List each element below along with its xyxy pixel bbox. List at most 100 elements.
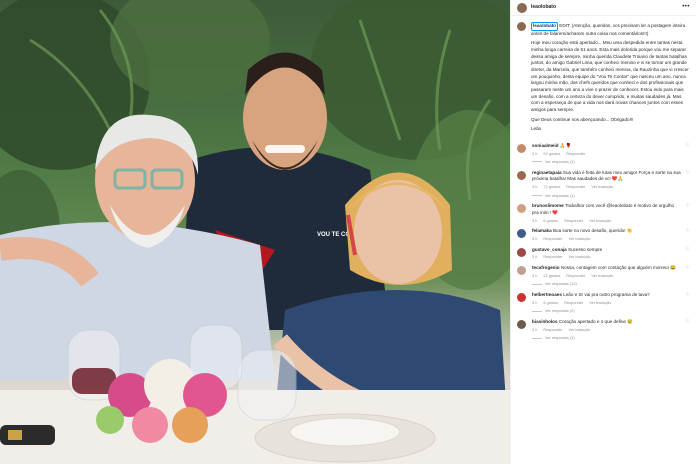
reply-button[interactable]: Responder — [566, 184, 585, 190]
comment-username[interactable]: helbertmoaes — [532, 292, 562, 297]
like-heart-icon[interactable]: ♡ — [686, 319, 690, 341]
view-replies-button[interactable]: Ver respostas (12) — [532, 281, 682, 287]
replies-divider — [532, 195, 542, 197]
caption-paragraph: Hoje meu coração está apertado... Meu um… — [531, 40, 689, 112]
reply-button[interactable]: Responder — [564, 300, 583, 306]
avatar[interactable] — [517, 143, 526, 153]
comment-text-line: brunoslimome Trabalhar com você @leaolob… — [532, 203, 682, 216]
comment-item: gustavo_conaja Sucesso sempre 3 h Responde… — [511, 244, 696, 262]
comment-age: 3 h — [532, 217, 538, 223]
comment-text-line: reginaetapaia Sua vida é feita de lutas … — [532, 170, 682, 183]
comment-item: helbertmoaes Leão e Sr vai pra outro pro… — [511, 289, 696, 316]
post-header: leaolobato ••• — [511, 0, 696, 16]
translate-button[interactable]: Ver tradução — [591, 273, 613, 279]
comment-likes[interactable]: 72 gostos — [543, 184, 560, 190]
comment-text-line: tecafrogenio Nossa, contagem com contaçã… — [532, 265, 682, 272]
comment-item: tecafrogenio Nossa, contagem com contaçã… — [511, 262, 696, 289]
avatar[interactable] — [517, 266, 526, 276]
view-replies-button[interactable]: Ver respostas (1) — [532, 193, 682, 199]
caption-paragraph: Que Deus continue nos abençoando... Obri… — [531, 116, 634, 122]
caption-paragraph: leaolobato EDIT: (Atenção, queridos, vcs… — [531, 22, 690, 37]
comment-username[interactable]: felamaka — [532, 228, 552, 233]
translate-button[interactable]: Ver tradução — [589, 300, 611, 306]
comment-username[interactable]: reginaetapaia — [532, 170, 562, 175]
comment-age: 3 h — [532, 184, 538, 190]
comment-text: 🙏🌹 — [559, 142, 572, 148]
comment-meta: 3 h 6 gostos Responder Ver tradução — [532, 300, 682, 306]
comment-meta: 3 h 92 gostos Responder — [532, 151, 682, 157]
post-photo[interactable]: VOU TE CONTAR — [0, 0, 510, 464]
comment-list: soniaalmeid 🙏🌹 3 h 92 gostos Responder Ver r… — [511, 140, 696, 343]
avatar[interactable] — [517, 22, 526, 31]
reply-button[interactable]: Responder — [543, 327, 562, 333]
comment-meta: 3 h Responder Ver tradução — [532, 236, 682, 242]
comment-username[interactable]: gustavo_conaja — [532, 247, 567, 252]
like-heart-icon[interactable]: ♡ — [686, 143, 690, 165]
comment-meta: 3 h Responder Ver tradução — [532, 254, 682, 260]
comment-text: Coração apertado e o que define 😢 — [558, 318, 633, 324]
reply-button[interactable]: Responder — [566, 151, 585, 157]
comment-likes[interactable]: 21 gostos — [543, 273, 560, 279]
view-replies-label: Ver respostas (2) — [545, 308, 575, 314]
avatar[interactable] — [517, 229, 526, 239]
view-replies-label: Ver respostas (1) — [545, 335, 575, 341]
comment-text: Nossa, contagem com contação que alguém … — [560, 265, 676, 271]
comment-username[interactable]: biasinholos — [532, 319, 558, 324]
comment-age: 4 h — [532, 272, 538, 278]
like-heart-icon[interactable]: ♡ — [686, 228, 690, 241]
comment-text-line: soniaalmeid 🙏🌹 — [532, 143, 682, 150]
translate-button[interactable]: Ver tradução — [568, 327, 590, 333]
avatar[interactable] — [517, 247, 526, 257]
comment-text-line: biasinholos Coração apertado e o que def… — [532, 319, 682, 326]
reply-button[interactable]: Responder — [543, 254, 562, 260]
comment-text: Boa sorte no novo desafio, querido! 👏 — [552, 228, 633, 234]
avatar[interactable] — [517, 319, 526, 329]
like-heart-icon[interactable]: ♡ — [686, 247, 690, 260]
comment-username[interactable]: brunoslimome — [532, 203, 564, 208]
comment-likes[interactable]: 92 gostos — [543, 151, 560, 157]
post-caption: leaolobato EDIT: (Atenção, queridos, vcs… — [511, 16, 696, 140]
translate-button[interactable]: Ver tradução — [591, 184, 613, 190]
avatar[interactable] — [517, 2, 527, 13]
like-heart-icon[interactable]: ♡ — [686, 292, 690, 314]
avatar[interactable] — [517, 204, 526, 214]
comment-text: Sucesso sempre — [568, 246, 603, 252]
comment-age: 3 h — [532, 150, 538, 156]
comment-likes[interactable]: 6 gostos — [543, 218, 558, 224]
comment-text: Leão e Sr vai pra outro programa de tava… — [563, 292, 650, 297]
view-replies-button[interactable]: Ver respostas (1) — [532, 335, 682, 341]
comment-meta: 4 h 21 gostos Responder Ver tradução — [532, 273, 682, 279]
comment-likes[interactable]: 6 gostos — [543, 300, 558, 306]
translate-button[interactable]: Ver tradução — [568, 236, 590, 242]
replies-divider — [532, 310, 542, 312]
comment-username[interactable]: soniaalmeid — [532, 143, 559, 148]
comment-item: reginaetapaia Sua vida é feita de lutas … — [511, 167, 696, 201]
avatar[interactable] — [517, 293, 526, 302]
view-replies-button[interactable]: Ver respostas (2) — [532, 308, 682, 314]
like-heart-icon[interactable]: ♡ — [686, 203, 690, 223]
replies-divider — [532, 161, 542, 163]
reply-button[interactable]: Responder — [564, 218, 583, 224]
comment-age: 3 h — [532, 236, 538, 242]
reply-button[interactable]: Responder — [543, 236, 562, 242]
reply-button[interactable]: Responder — [566, 273, 585, 279]
comment-item: biasinholos Coração apertado e o que def… — [511, 316, 696, 343]
avatar[interactable] — [517, 170, 526, 180]
caption-username-tag[interactable]: leaolobato — [531, 22, 558, 31]
more-options-icon[interactable]: ••• — [682, 3, 690, 12]
replies-divider — [532, 283, 542, 285]
like-heart-icon[interactable]: ♡ — [686, 170, 690, 199]
post-username[interactable]: leaolobato — [531, 4, 556, 11]
like-heart-icon[interactable]: ♡ — [686, 265, 690, 287]
view-replies-button[interactable]: Ver respostas (1) — [532, 159, 682, 165]
comment-text-line: gustavo_conaja Sucesso sempre — [532, 247, 682, 254]
comment-age: 3 h — [532, 326, 538, 332]
comments-panel: leaolobato ••• leaolobato EDIT: (Atenção… — [510, 0, 696, 464]
translate-button[interactable]: Ver tradução — [589, 218, 611, 224]
comment-text-line: felamaka Boa sorte no novo desafio, quer… — [532, 228, 682, 235]
comment-text-line: helbertmoaes Leão e Sr vai pra outro pro… — [532, 292, 682, 299]
view-replies-label: Ver respostas (1) — [545, 192, 575, 198]
translate-button[interactable]: Ver tradução — [568, 254, 590, 260]
comment-username[interactable]: tecafrogenio — [532, 265, 560, 270]
comment-item: soniaalmeid 🙏🌹 3 h 92 gostos Responder Ver r… — [511, 140, 696, 167]
